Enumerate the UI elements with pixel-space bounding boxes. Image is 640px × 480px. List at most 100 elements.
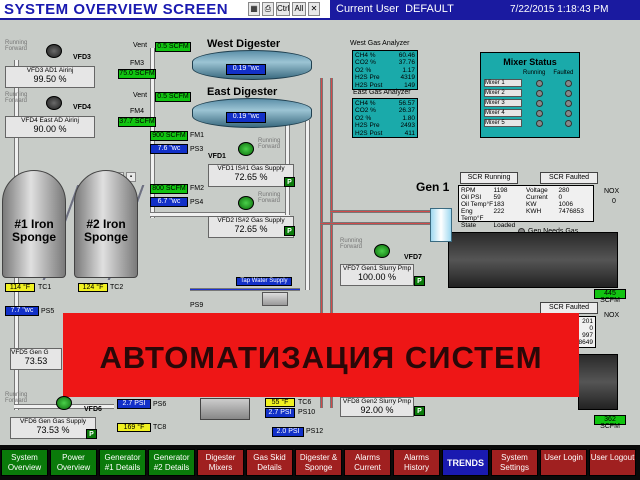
east-vent-flow: 0.5 SCFM bbox=[155, 92, 191, 102]
faulted-indicator bbox=[565, 89, 572, 97]
vfd2-status: Running Forward bbox=[258, 192, 281, 204]
nav-button-gas-skid-details[interactable]: Gas Skid Details bbox=[246, 449, 293, 476]
fm4-value: 37.7 SCFM bbox=[118, 117, 156, 127]
fm3-label: FM3 bbox=[130, 60, 144, 67]
vfd7-status: Running Forward bbox=[340, 238, 363, 250]
vfd6-value: 73.53 % bbox=[36, 425, 70, 435]
nav-button-power-overview[interactable]: Power Overview bbox=[50, 449, 97, 476]
vfd7-fan-icon[interactable] bbox=[374, 244, 390, 258]
nav-button-alarms-current[interactable]: Alarms Current bbox=[344, 449, 391, 476]
vfd3-value: 99.50 % bbox=[33, 74, 67, 84]
vfd3-fan-icon[interactable] bbox=[46, 44, 62, 58]
vfd6-p-button[interactable]: P bbox=[86, 429, 97, 439]
nav-button-user-login[interactable]: User Login bbox=[540, 449, 587, 476]
close-icon[interactable]: ✕ bbox=[308, 2, 320, 16]
vfd1-p-button[interactable]: P bbox=[284, 177, 295, 187]
vfd1-value: 72.65 % bbox=[234, 172, 268, 182]
gas-pipe bbox=[320, 222, 445, 225]
current-user: Current User DEFAULT bbox=[336, 3, 454, 15]
ps10-value: 2.7 PSI bbox=[265, 408, 295, 418]
vfd7-value: 100.00 % bbox=[357, 272, 397, 282]
west-vent-label: Vent bbox=[133, 42, 148, 49]
vfd5-box[interactable]: VFD5 Gen G 73.53 bbox=[10, 348, 62, 370]
fm1-label: FM1 bbox=[190, 132, 204, 139]
all-button[interactable]: All bbox=[292, 2, 306, 16]
vfd5-name: VFD5 Gen G bbox=[11, 349, 49, 356]
nav-button-digester-mixers[interactable]: Digester Mixers bbox=[197, 449, 244, 476]
nav-button-system-settings[interactable]: System Settings bbox=[491, 449, 538, 476]
vfd4-box[interactable]: VFD4 East AD Airinj 90.00 % bbox=[5, 116, 95, 138]
ps5-value: 7.7 "wc bbox=[5, 306, 39, 316]
vfd2-fan-icon[interactable] bbox=[238, 196, 254, 210]
tc1-value: 114 °F bbox=[5, 283, 35, 292]
vfd7-box[interactable]: VFD7 Gen1 Slurry Pmp 100.00 % bbox=[340, 264, 414, 286]
vfd3-box[interactable]: VFD3 AD1 Airinj 99.50 % bbox=[5, 66, 95, 88]
ps3-label: PS3 bbox=[190, 146, 204, 153]
vfd4-status: Running Forward bbox=[5, 92, 28, 104]
running-indicator bbox=[536, 109, 543, 117]
gen2-engine[interactable] bbox=[578, 354, 618, 410]
nav-button-generator-2-details[interactable]: Generator #2 Details bbox=[148, 449, 195, 476]
west-analyzer-title: West Gas Analyzer bbox=[350, 40, 410, 47]
vfd8-name: VFD8 Gen2 Slurry Pmp bbox=[342, 398, 412, 405]
vfd4-fan-icon[interactable] bbox=[46, 96, 62, 110]
pipe bbox=[305, 120, 310, 290]
tc2-label: TC2 bbox=[110, 284, 124, 291]
ctrl-button[interactable]: Ctrl bbox=[276, 2, 290, 16]
vfd2-name: VFD2 IS#2 Gas Supply bbox=[217, 217, 285, 224]
east-analyzer-title: East Gas Analyzer bbox=[353, 89, 411, 96]
print-icon[interactable]: ⎙ bbox=[262, 2, 274, 16]
east-digester-pressure: 0.19 "wc bbox=[226, 112, 266, 123]
nav-button-alarms-history[interactable]: Alarms History bbox=[393, 449, 440, 476]
nav-button-digester-sponge[interactable]: Digester & Sponge bbox=[295, 449, 342, 476]
ps12-label: PS12 bbox=[306, 428, 324, 435]
gen1-panel: RPM 1198 Voltage 280 Oil PSI 59 Current 0 Oil … bbox=[458, 185, 594, 229]
gas-skid-valve[interactable] bbox=[200, 398, 250, 420]
gen1-heat-exchanger bbox=[430, 208, 452, 242]
vfd8-box[interactable]: VFD8 Gen2 Slurry Pmp 92.00 % bbox=[340, 397, 414, 417]
east-analyzer: CH4 % 56.57 CO2 % 26.37 O2 % 1.80 H2S Pre 24… bbox=[352, 98, 418, 138]
nav-button-trends[interactable]: TRENDS bbox=[442, 449, 489, 476]
ps10-label: PS10 bbox=[298, 409, 316, 416]
gen2-nox-label: NOX bbox=[604, 312, 620, 319]
gen1-engine[interactable] bbox=[448, 232, 618, 288]
west-vent-flow: 0.5 SCFM bbox=[155, 42, 191, 52]
faulted-indicator bbox=[565, 109, 572, 117]
west-digester-pressure: 0.19 "wc bbox=[226, 64, 266, 75]
ps5-label: PS5 bbox=[41, 308, 55, 315]
faulted-indicator bbox=[565, 99, 572, 107]
vfd6-box[interactable]: VFD6 Gen Gas Supply 73.53 % bbox=[10, 417, 96, 439]
mixer-row: Mixer 3 bbox=[481, 98, 579, 108]
vfd2-p-button[interactable]: P bbox=[284, 226, 295, 236]
vfd2-value: 72.65 % bbox=[234, 224, 268, 234]
vfd6-fan-icon[interactable] bbox=[56, 396, 72, 410]
fm1-value: 900 SCFM bbox=[150, 131, 188, 141]
west-analyzer: CH4 % 60.46 CO2 % 37.76 O2 % 1.17 H2S Pre 43… bbox=[352, 50, 418, 90]
vfd2-box[interactable]: VFD2 IS#2 Gas Supply 72.65 % bbox=[208, 216, 294, 238]
tc8-value: 169 °F bbox=[117, 423, 151, 432]
ps6-label: PS6 bbox=[153, 401, 167, 408]
running-indicator bbox=[536, 89, 543, 97]
promo-banner-text: АВТОМАТИЗАЦИЯ СИСТЕМ bbox=[99, 340, 543, 375]
nav-button-system-overview[interactable]: System Overview bbox=[1, 449, 48, 476]
east-digester-title: East Digester bbox=[207, 86, 278, 98]
nav-button-generator-1-details[interactable]: Generator #1 Details bbox=[99, 449, 146, 476]
gen1-title: Gen 1 bbox=[416, 180, 450, 194]
tc2-value: 124 °F bbox=[78, 283, 108, 292]
vfd1-box[interactable]: VFD1 IS#1 Gas Supply 72.65 % bbox=[208, 164, 294, 187]
vfd7-p-button[interactable]: P bbox=[414, 276, 425, 286]
vfd1-fan-icon[interactable] bbox=[238, 142, 254, 156]
vfd4-name: VFD4 East AD Airinj bbox=[21, 117, 79, 124]
mixer-col-faulted: Faulted bbox=[553, 70, 574, 76]
grid-icon[interactable]: ▦ bbox=[248, 2, 260, 16]
ps9-label: PS9 bbox=[190, 302, 204, 309]
vfd7-label: VFD7 bbox=[404, 254, 422, 261]
datetime: 7/22/2015 1:18:43 PM bbox=[510, 4, 609, 15]
tc6-value: 55 °F bbox=[265, 398, 295, 407]
tc1-label: TC1 bbox=[38, 284, 52, 291]
nav-button-user-logout[interactable]: User Logout bbox=[589, 449, 636, 476]
vfd8-p-button[interactable]: P bbox=[414, 406, 425, 416]
vfd4-value: 90.00 % bbox=[33, 124, 67, 134]
gen1-scr-running: SCR Running bbox=[460, 172, 518, 184]
water-valve[interactable] bbox=[262, 292, 288, 306]
